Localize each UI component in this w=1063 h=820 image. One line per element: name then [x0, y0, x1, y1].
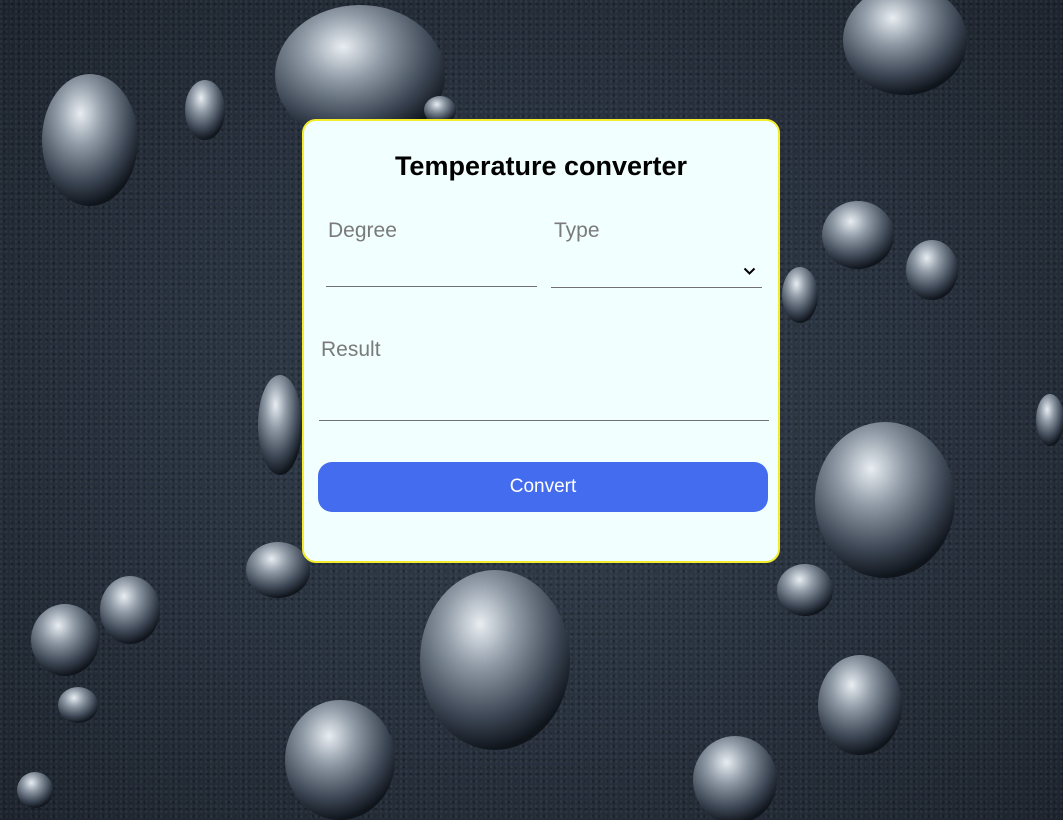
chevron-down-icon [743, 267, 756, 275]
result-underline [319, 420, 769, 421]
result-label: Result [321, 338, 381, 361]
degree-input[interactable] [326, 257, 537, 285]
card-title: Temperature converter [394, 151, 688, 181]
type-select[interactable] [551, 259, 762, 287]
type-label: Type [554, 219, 600, 242]
result-field[interactable] [319, 387, 769, 415]
convert-button[interactable]: Convert [318, 462, 768, 512]
degree-label: Degree [328, 219, 397, 242]
type-underline [551, 287, 762, 288]
degree-underline [326, 286, 537, 287]
converter-card: Temperature converter Degree Type Result… [302, 119, 780, 563]
